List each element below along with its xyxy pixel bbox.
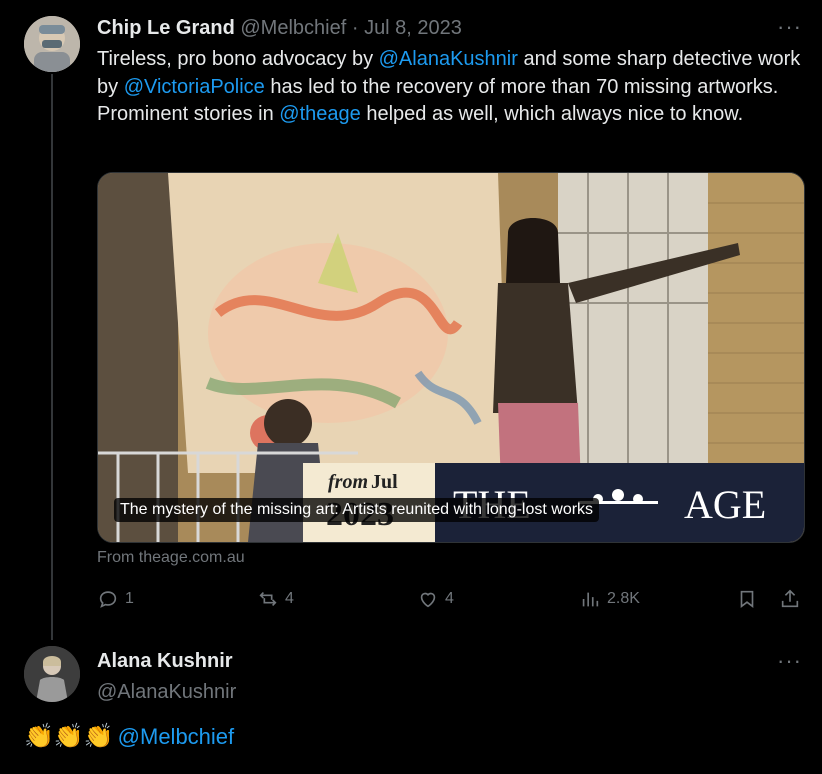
badge-from: from (328, 471, 368, 493)
reply-icon (99, 591, 117, 608)
avatar-chip-le-grand[interactable] (24, 16, 80, 72)
link-preview-card[interactable]: from Jul 2023 THE AGE The mystery of the… (97, 172, 805, 543)
repost-count: 4 (285, 590, 294, 607)
card-caption: The mystery of the missing art: Artists … (114, 498, 600, 522)
like-count: 4 (445, 590, 454, 607)
masthead-age: AGE (684, 482, 766, 527)
share-icon (781, 589, 799, 608)
tweet-date[interactable]: Jul 8, 2023 (364, 17, 462, 39)
author-handle[interactable]: @Melbchief (240, 17, 346, 39)
views-icon (582, 592, 599, 607)
author-handle[interactable]: @AlanaKushnir (97, 681, 236, 704)
more-options-icon[interactable]: ··· (777, 648, 802, 674)
bookmark-button[interactable] (736, 588, 758, 610)
author-name[interactable]: Chip Le Grand (97, 17, 235, 39)
views-button[interactable]: 2.8K (579, 588, 640, 610)
reply-button[interactable]: 1 (97, 588, 134, 610)
badge-month: Jul (371, 471, 398, 493)
card-source[interactable]: From theage.com.au (97, 549, 245, 567)
like-button[interactable]: 4 (417, 588, 454, 610)
repost-button[interactable]: 4 (257, 588, 294, 610)
separator-dot: · (351, 17, 359, 39)
bookmark-icon (740, 590, 754, 608)
mention-link[interactable]: @theage (279, 103, 360, 125)
mention-link[interactable]: @VictoriaPolice (124, 76, 265, 98)
text-segment: Tireless, pro bono advocacy by (97, 48, 379, 70)
view-count: 2.8K (607, 590, 640, 607)
repost-icon (259, 591, 277, 607)
card-image: from Jul 2023 THE AGE (98, 173, 804, 542)
tweet-header: Chip Le Grand @Melbchief · Jul 8, 2023 (97, 17, 462, 40)
author-name[interactable]: Alana Kushnir (97, 650, 236, 673)
clapping-hands-icon: 👏👏👏 (24, 723, 114, 750)
tweet-actions: 1 4 4 2.8K (97, 588, 807, 616)
avatar-alana-kushnir[interactable] (24, 646, 80, 702)
more-options-icon[interactable]: ··· (777, 14, 802, 40)
text-segment: helped as well, which always nice to kno… (360, 103, 744, 125)
mention-link[interactable]: @Melbchief (118, 724, 235, 750)
avatar-image (24, 16, 80, 72)
avatar-image (24, 646, 80, 702)
reply-text: 👏👏👏 @Melbchief (24, 722, 234, 751)
thread-connector-line (51, 74, 53, 640)
reply-header: Alana Kushnir @AlanaKushnir (97, 650, 236, 704)
tweet-text: Tireless, pro bono advocacy by @AlanaKus… (97, 46, 802, 129)
reply-count: 1 (125, 590, 134, 607)
mention-link[interactable]: @AlanaKushnir (379, 48, 518, 70)
share-button[interactable] (779, 588, 801, 610)
heart-icon (420, 592, 436, 608)
